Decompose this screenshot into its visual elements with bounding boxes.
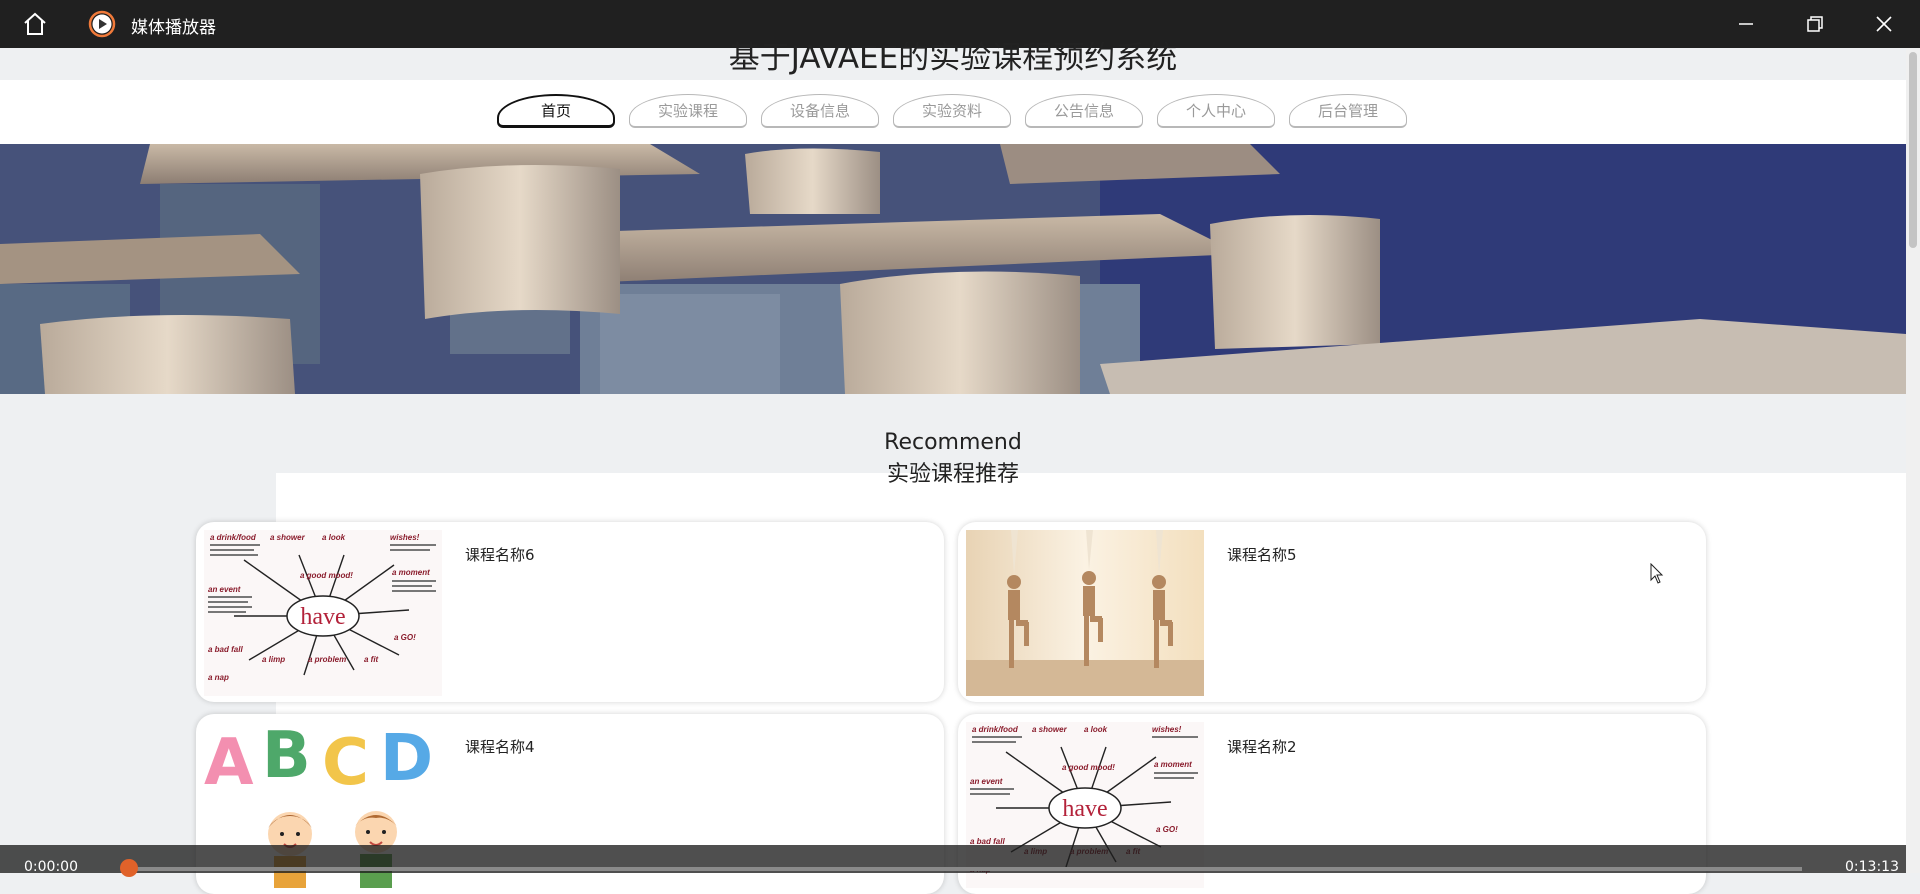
- mouse-cursor-icon: [1650, 563, 1664, 584]
- svg-text:a limp: a limp: [262, 655, 285, 664]
- course-name[interactable]: 课程名称4: [465, 736, 535, 757]
- svg-text:a problem: a problem: [308, 655, 346, 664]
- course-thumbnail[interactable]: have a drink/food a shower a look wishes…: [204, 530, 442, 696]
- svg-text:a look: a look: [322, 533, 346, 542]
- banner-image: [0, 144, 1906, 394]
- classroom-banner-illustration: [0, 144, 1906, 394]
- svg-text:a drink/food: a drink/food: [210, 533, 257, 542]
- svg-text:a good mood!: a good mood!: [300, 571, 353, 580]
- yoga-class-image: [966, 530, 1204, 696]
- mindmap-center-text: have: [1062, 796, 1107, 822]
- svg-text:a shower: a shower: [1032, 725, 1068, 734]
- svg-text:a drink/food: a drink/food: [972, 725, 1019, 734]
- site-title: 基于JAVAEE的实验课程预约系统: [728, 40, 1178, 76]
- nav-admin[interactable]: 后台管理: [1289, 94, 1407, 128]
- recommend-heading: Recommend 实验课程推荐: [0, 427, 1906, 491]
- seek-bar[interactable]: [130, 867, 1802, 871]
- recommend-title-cn: 实验课程推荐: [886, 462, 1019, 487]
- svg-text:a moment: a moment: [392, 568, 430, 577]
- svg-text:a nap: a nap: [208, 673, 229, 682]
- scrollbar-thumb[interactable]: [1909, 52, 1917, 248]
- svg-text:C: C: [322, 726, 369, 800]
- nav-materials[interactable]: 实验资料: [893, 94, 1011, 128]
- svg-text:wishes!: wishes!: [390, 533, 420, 542]
- course-name[interactable]: 课程名称5: [1227, 544, 1297, 565]
- svg-text:D: D: [380, 722, 433, 796]
- nav-courses[interactable]: 实验课程: [629, 94, 747, 128]
- recommend-title-en: Recommend: [884, 430, 1022, 455]
- svg-text:wishes!: wishes!: [1152, 725, 1182, 734]
- svg-text:a GO!: a GO!: [1156, 825, 1178, 834]
- course-card[interactable]: 课程名称5: [958, 522, 1706, 702]
- course-name[interactable]: 课程名称6: [465, 544, 535, 565]
- page-scrollbar[interactable]: [1906, 48, 1920, 873]
- svg-text:a bad fall: a bad fall: [208, 645, 243, 654]
- svg-text:an event: an event: [970, 777, 1003, 786]
- nav-profile[interactable]: 个人中心: [1157, 94, 1275, 128]
- svg-text:A: A: [204, 726, 254, 800]
- nav-equipment[interactable]: 设备信息: [761, 94, 879, 128]
- have-mindmap-image: have a drink/food a shower a look wishes…: [204, 530, 442, 696]
- player-control-bar: 0:00:00 0:13:13: [0, 845, 1906, 877]
- nav-announcements[interactable]: 公告信息: [1025, 94, 1143, 128]
- course-thumbnail[interactable]: [966, 530, 1204, 696]
- svg-text:a fit: a fit: [364, 655, 379, 664]
- seek-knob[interactable]: [120, 859, 138, 877]
- main-nav: 首页 实验课程 设备信息 实验资料 公告信息 个人中心 后台管理: [497, 94, 1407, 130]
- web-page: 基于JAVAEE的实验课程预约系统 首页 实验课程 设备信息 实验资料 公告信息…: [0, 40, 1906, 894]
- course-card[interactable]: have a drink/food a shower a look wishes…: [196, 522, 944, 702]
- nav-home[interactable]: 首页: [497, 94, 615, 128]
- svg-text:a GO!: a GO!: [394, 633, 416, 642]
- svg-text:an event: an event: [208, 585, 241, 594]
- svg-text:a moment: a moment: [1154, 760, 1192, 769]
- svg-text:a shower: a shower: [270, 533, 306, 542]
- svg-text:B: B: [262, 722, 311, 793]
- svg-text:a good mood!: a good mood!: [1062, 763, 1115, 772]
- svg-text:a look: a look: [1084, 725, 1108, 734]
- course-name[interactable]: 课程名称2: [1227, 736, 1297, 757]
- mindmap-center-text: have: [300, 604, 345, 630]
